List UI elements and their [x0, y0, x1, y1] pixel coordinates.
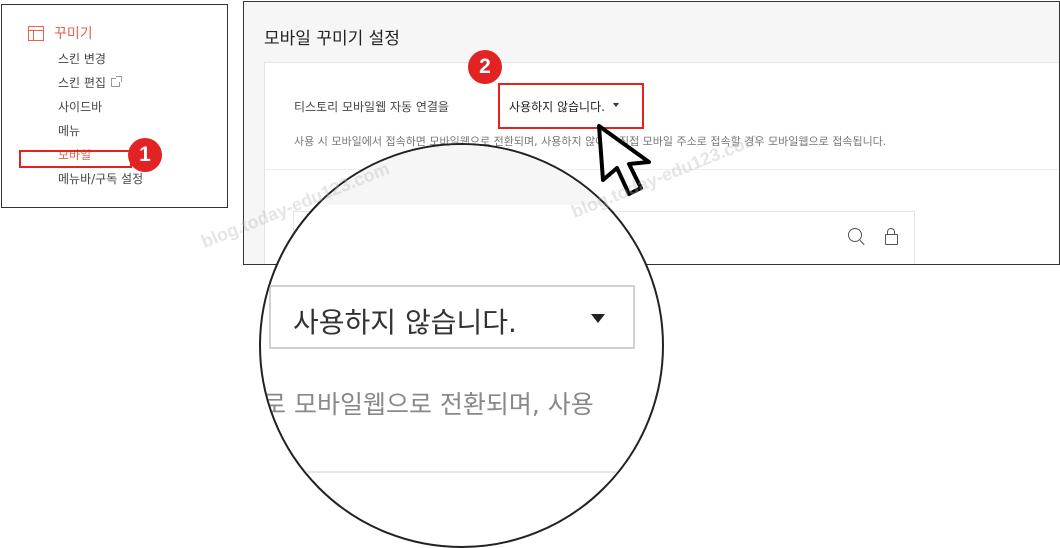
menu-item-label: 사이드바 [58, 100, 103, 114]
menu-item-label: 메뉴바/구독 설정 [58, 172, 144, 186]
menu-item-menu[interactable]: 메뉴 [58, 121, 143, 145]
magnified-select-value: 사용하지 않습니다. [293, 306, 517, 339]
menu-item-skin-change[interactable]: 스킨 변경 [58, 49, 143, 73]
external-link-icon [110, 76, 122, 87]
decorate-submenu: 스킨 변경 스킨 편집 사이드바 메뉴 모바일 메뉴바/구독 설정 [58, 49, 143, 193]
step-badge-2: 2 [468, 50, 502, 84]
layout-icon [28, 25, 44, 41]
menu-item-menubar-subscribe[interactable]: 메뉴바/구독 설정 [58, 169, 143, 193]
menu-title: 꾸미기 [54, 26, 93, 42]
menu-item-label: 스킨 변경 [58, 52, 106, 66]
search-icon[interactable] [848, 228, 862, 242]
decorate-menu-panel: 꾸미기 스킨 변경 스킨 편집 사이드바 메뉴 모바일 메뉴바/구독 설정 [1, 4, 228, 208]
menu-item-label: 스킨 편집 [58, 76, 106, 90]
menu-item-label: 메뉴 [58, 124, 81, 138]
step-badge-1: 1 [128, 138, 162, 172]
caret-down-icon [591, 314, 605, 323]
highlight-box-mobile [19, 150, 132, 168]
magnified-help-text: 로 모바일웹으로 전환되며, 사용 [263, 390, 594, 419]
page-title: 모바일 꾸미기 설정 [264, 29, 400, 49]
menu-item-sidebar[interactable]: 사이드바 [58, 97, 143, 121]
auto-link-label: 티스토리 모바일웹 자동 연결을 [294, 100, 449, 114]
magnified-select: 사용하지 않습니다. [269, 285, 635, 349]
decorate-menu-header[interactable]: 꾸미기 [28, 23, 93, 43]
magnified-divider [261, 471, 662, 473]
lock-icon[interactable] [885, 228, 898, 245]
menu-item-skin-edit[interactable]: 스킨 편집 [58, 73, 143, 97]
